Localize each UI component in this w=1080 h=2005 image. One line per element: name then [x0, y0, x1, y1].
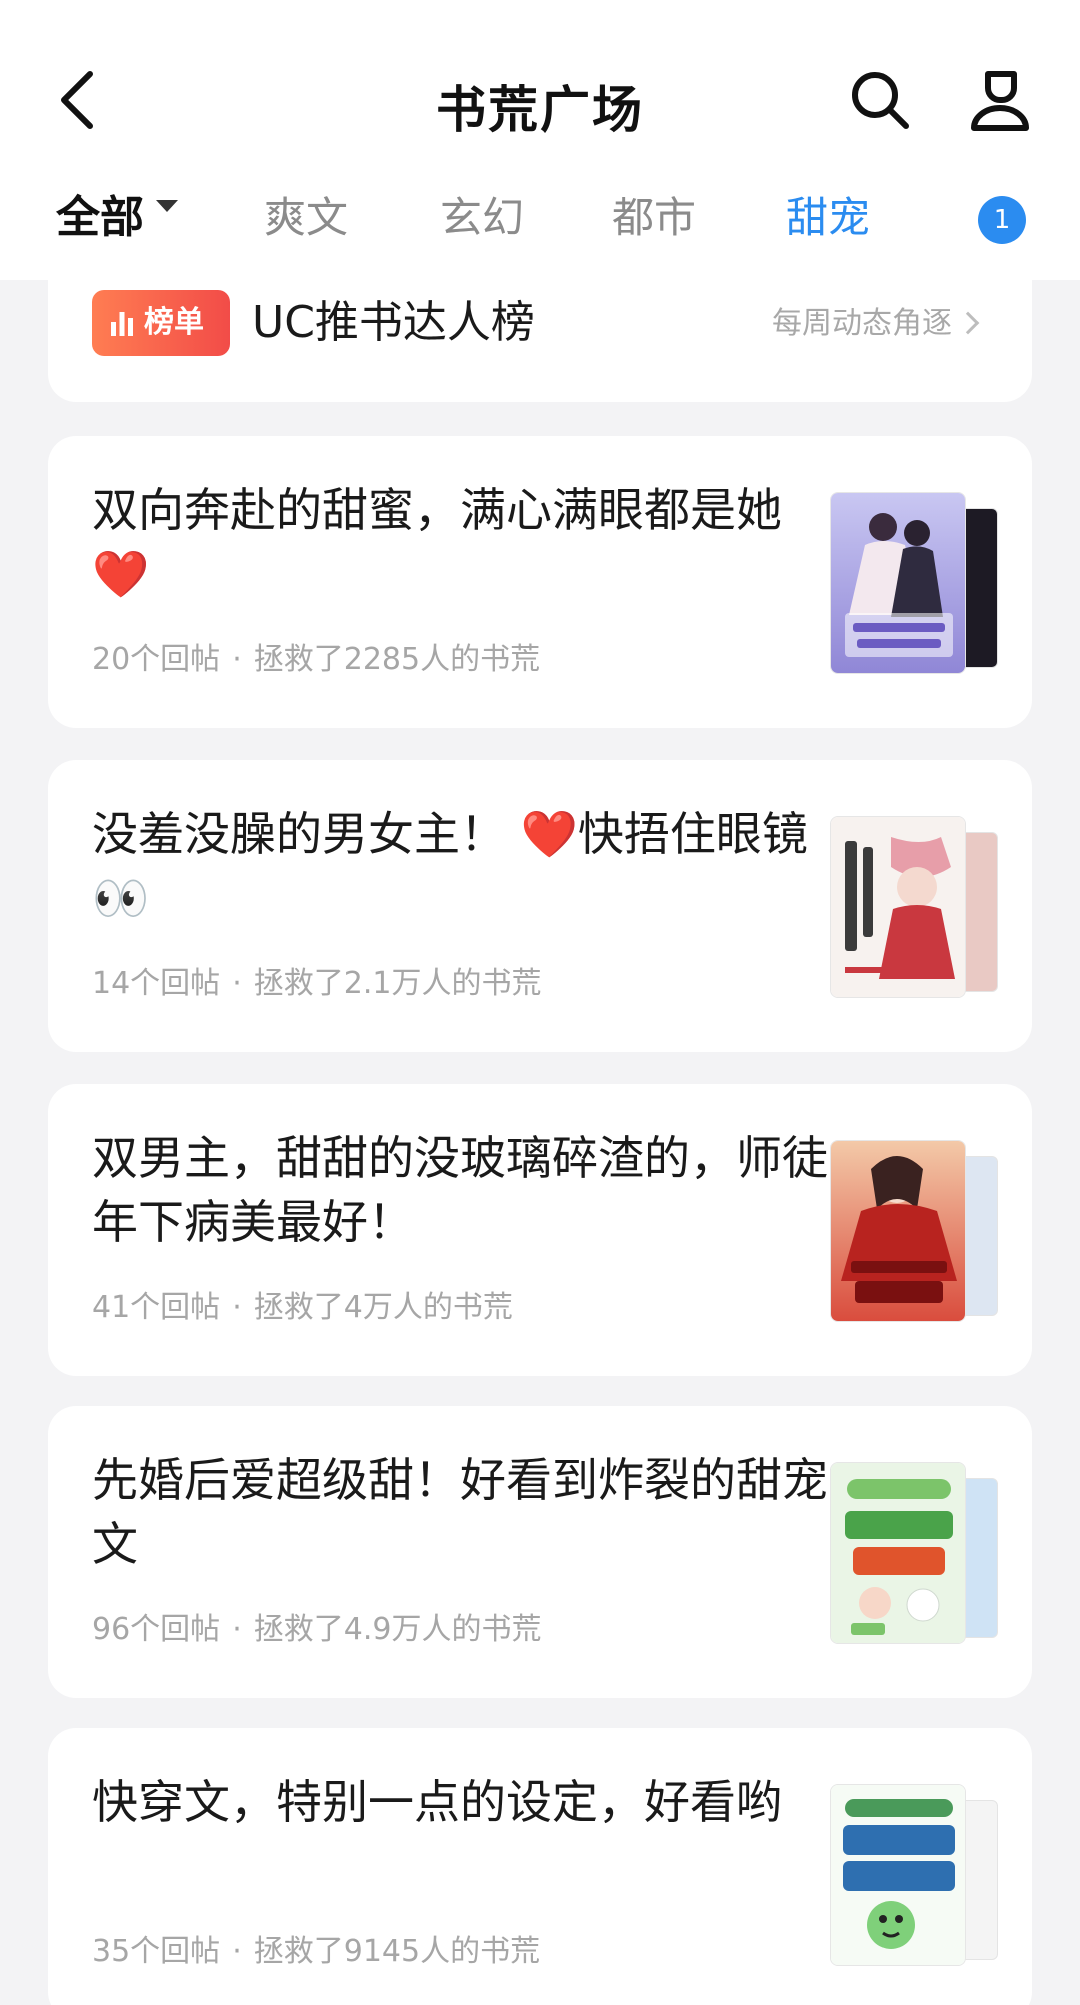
saved-count: 拯救了2285人的书荒	[253, 642, 541, 677]
chevron-right-icon	[956, 311, 980, 334]
caret-down-icon	[156, 200, 178, 212]
saved-count: 拯救了4万人的书荒	[253, 1290, 513, 1325]
reply-count: 14个回帖	[92, 966, 221, 1001]
post-card[interactable]: 双向奔赴的甜蜜，满心满眼都是她❤️ 20个回帖 · 拯救了2285人的书荒	[48, 436, 1032, 728]
separator-dot: ·	[232, 966, 242, 1001]
post-card[interactable]: 快穿文，特别一点的设定，好看哟 35个回帖 · 拯救了9145人的书荒	[48, 1728, 1032, 2005]
reply-count: 41个回帖	[92, 1290, 221, 1325]
book-cover-stack[interactable]	[830, 816, 1000, 1006]
book-cover-art	[831, 817, 965, 997]
search-icon[interactable]	[848, 68, 912, 132]
post-card[interactable]: 先婚后爱超级甜！好看到炸裂的甜宠文 96个回帖 · 拯救了4.9万人的书荒	[48, 1406, 1032, 1698]
post-meta: 35个回帖 · 拯救了9145人的书荒	[92, 1930, 540, 1974]
ranking-tag: 榜单	[92, 290, 230, 356]
ranking-title: UC推书达人榜	[252, 297, 535, 348]
post-meta: 96个回帖 · 拯救了4.9万人的书荒	[92, 1608, 541, 1652]
post-meta: 14个回帖 · 拯救了2.1万人的书荒	[92, 962, 541, 1006]
saved-count: 拯救了2.1万人的书荒	[253, 966, 542, 1001]
book-cover	[830, 1784, 966, 1966]
bar-chart-icon	[111, 312, 133, 336]
book-cover-stack[interactable]	[830, 1784, 1000, 1974]
tab-shuangwen[interactable]: 爽文	[264, 178, 348, 258]
tab-tianchong[interactable]: 甜宠	[786, 178, 870, 258]
reply-count: 96个回帖	[92, 1612, 221, 1647]
book-cover-stack[interactable]	[830, 1140, 1000, 1330]
tab-dushi[interactable]: 都市	[612, 178, 696, 258]
book-cover-art	[831, 1785, 965, 1965]
separator-dot: ·	[232, 1612, 242, 1647]
post-title: 快穿文，特别一点的设定，好看哟	[92, 1775, 782, 1829]
book-cover-art	[831, 1141, 965, 1321]
post-meta: 20个回帖 · 拯救了2285人的书荒	[92, 638, 540, 682]
post-meta: 41个回帖 · 拯救了4万人的书荒	[92, 1286, 513, 1330]
page-title: 书荒广场	[436, 81, 644, 139]
post-title: 没羞没臊的男女主！ ❤️快捂住眼镜👀	[92, 807, 808, 925]
app: 榜单 UC推书达人榜 每周动态角逐 书荒广场 全部 爽文 玄幻 都市 甜宠 1 …	[0, 0, 1080, 2005]
book-cover	[830, 816, 966, 998]
separator-dot: ·	[232, 1290, 242, 1325]
post-title: 双男主，甜甜的没玻璃碎渣的，师徒年下病美最好！	[92, 1131, 828, 1249]
top-bar: 书荒广场	[0, 60, 1080, 140]
ranking-subtitle[interactable]: 每周动态角逐	[772, 294, 980, 354]
ranking-tag-label: 榜单	[144, 305, 204, 340]
post-title: 双向奔赴的甜蜜，满心满眼都是她❤️	[92, 483, 782, 601]
book-cover-art	[831, 493, 965, 673]
header: 书荒广场 全部 爽文 玄幻 都市 甜宠 1	[0, 0, 1080, 280]
post-card[interactable]: 双男主，甜甜的没玻璃碎渣的，师徒年下病美最好！ 41个回帖 · 拯救了4万人的书荒	[48, 1084, 1032, 1376]
separator-dot: ·	[232, 642, 242, 677]
tab-all[interactable]: 全部	[56, 178, 178, 258]
saved-count: 拯救了9145人的书荒	[253, 1934, 541, 1969]
saved-count: 拯救了4.9万人的书荒	[253, 1612, 542, 1647]
ranking-subtitle-text: 每周动态角逐	[772, 306, 952, 341]
post-card[interactable]: 没羞没臊的男女主！ ❤️快捂住眼镜👀 14个回帖 · 拯救了2.1万人的书荒	[48, 760, 1032, 1052]
notification-badge[interactable]: 1	[978, 196, 1026, 244]
book-cover	[830, 492, 966, 674]
tab-xuanhuan[interactable]: 玄幻	[440, 178, 524, 258]
category-tabs: 全部 爽文 玄幻 都市 甜宠 1	[0, 178, 1080, 258]
book-cover-stack[interactable]	[830, 1462, 1000, 1652]
separator-dot: ·	[232, 1934, 242, 1969]
book-cover-art	[831, 1463, 965, 1643]
book-cover	[830, 1462, 966, 1644]
reply-count: 20个回帖	[92, 642, 221, 677]
book-cover-stack[interactable]	[830, 492, 1000, 682]
user-icon[interactable]	[968, 66, 1032, 134]
tab-all-label: 全部	[56, 192, 144, 243]
reply-count: 35个回帖	[92, 1934, 221, 1969]
post-title: 先婚后爱超级甜！好看到炸裂的甜宠文	[92, 1453, 828, 1571]
book-cover	[830, 1140, 966, 1322]
